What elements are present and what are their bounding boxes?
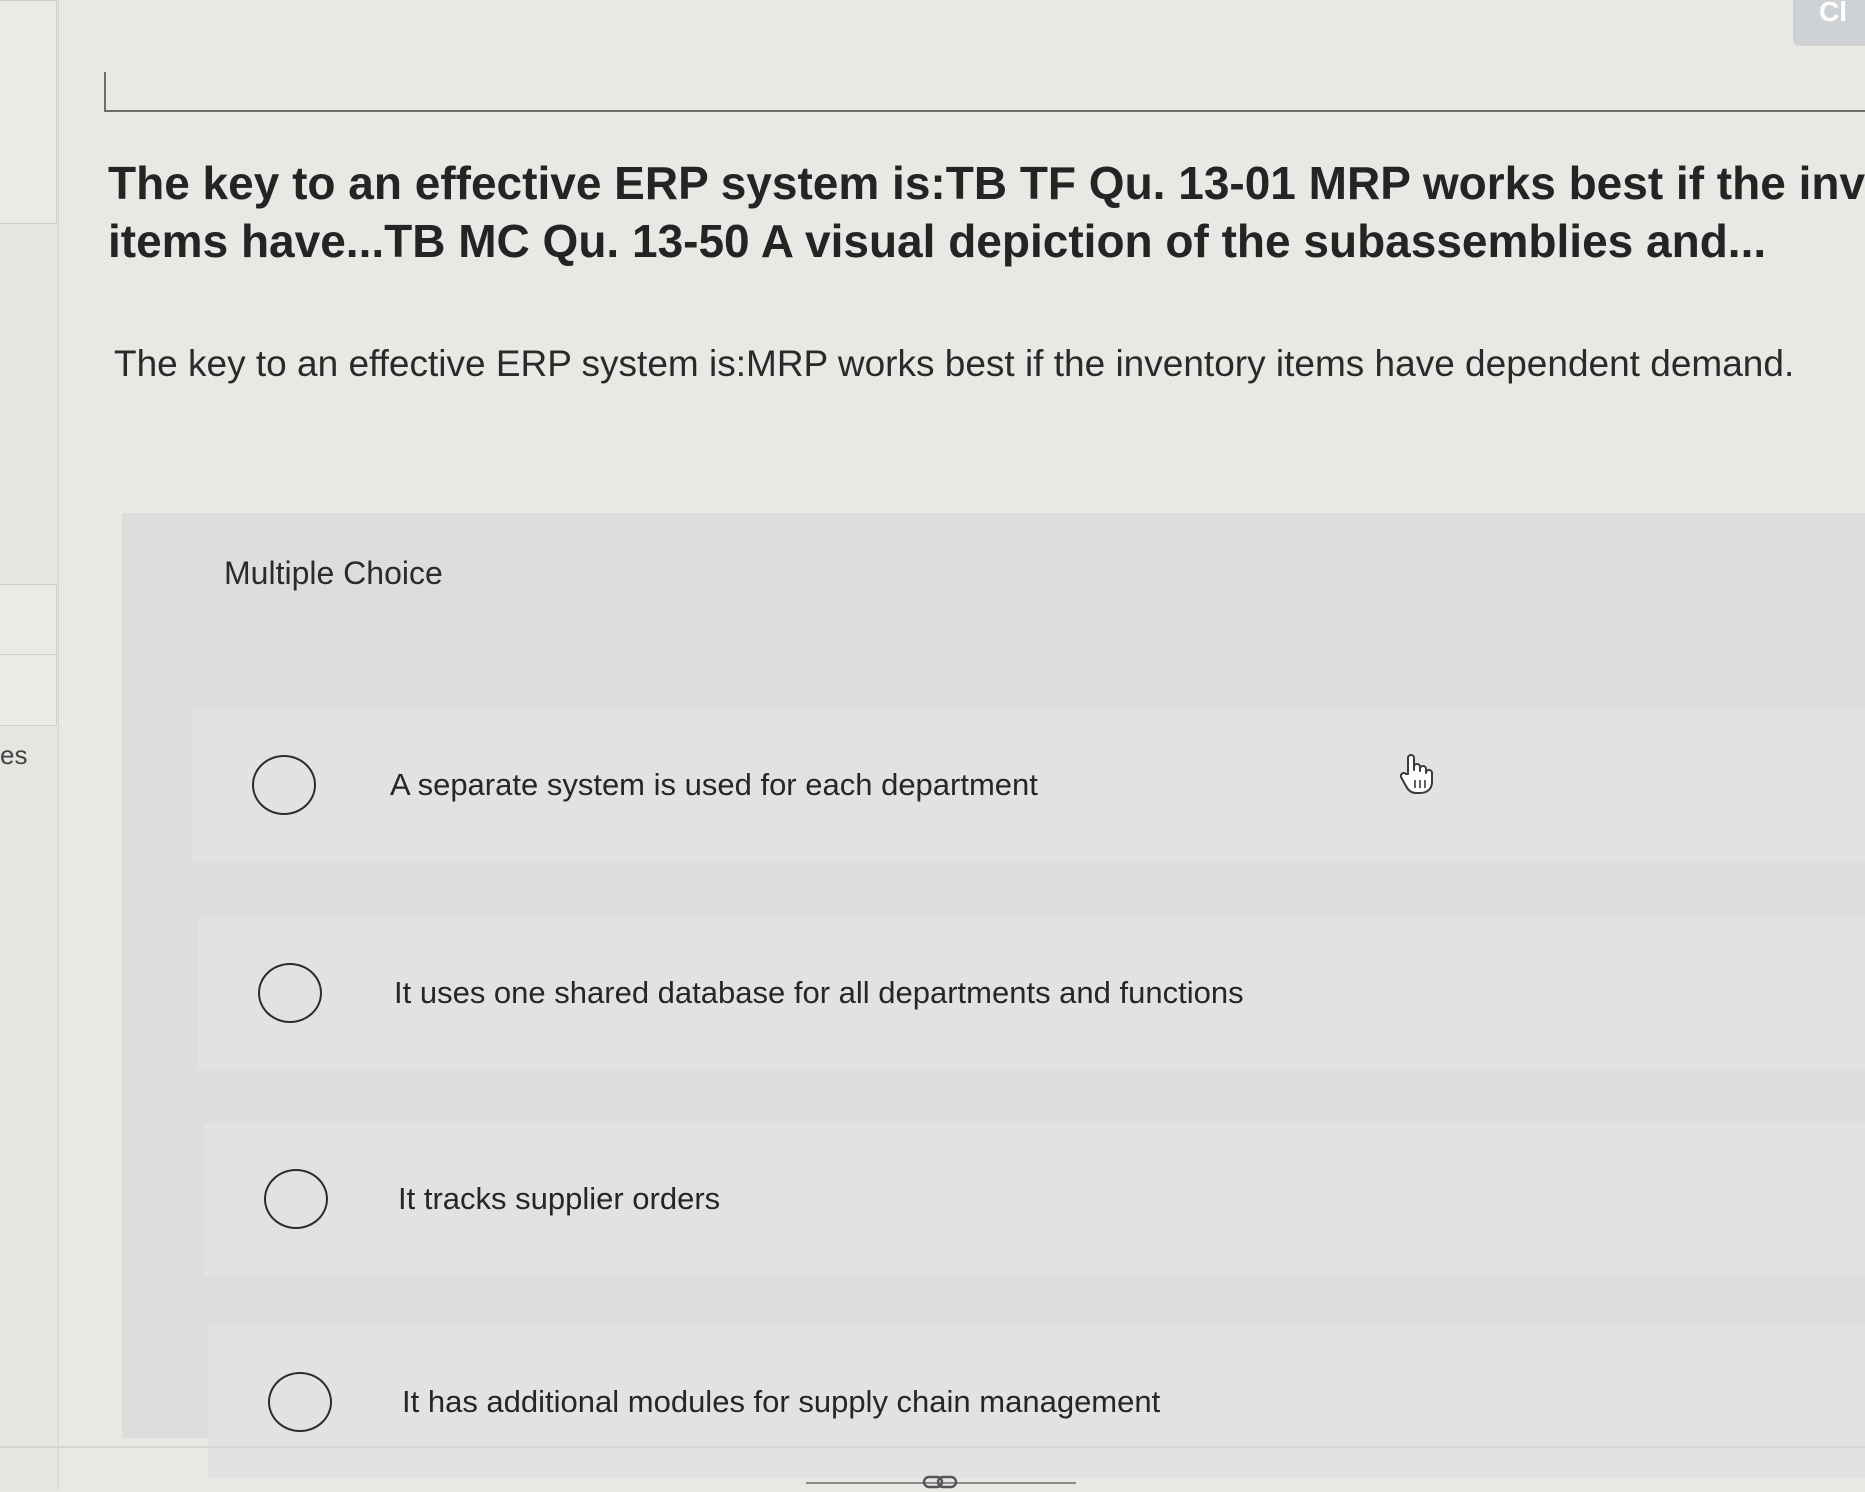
choice-option-label[interactable]: It tracks supplier orders xyxy=(398,1181,720,1217)
radio-unchecked-icon[interactable] xyxy=(252,755,316,815)
question-title: The key to an effective ERP system is:TB… xyxy=(108,154,1865,270)
radio-unchecked-icon[interactable] xyxy=(264,1169,328,1229)
header-divider xyxy=(104,72,1865,112)
choice-option-2[interactable]: It uses one shared database for all depa… xyxy=(198,917,1865,1069)
corner-button[interactable]: Cl xyxy=(1793,0,1865,46)
choice-option-1[interactable]: A separate system is used for each depar… xyxy=(192,709,1865,861)
choice-option-4[interactable]: It has additional modules for supply cha… xyxy=(208,1326,1865,1478)
choice-option-label[interactable]: It uses one shared database for all depa… xyxy=(394,975,1244,1011)
hand-pointer-icon xyxy=(1399,754,1433,794)
bottom-divider xyxy=(0,1446,1865,1448)
left-sidebar: es xyxy=(0,0,59,1490)
choice-option-3[interactable]: It tracks supplier orders xyxy=(204,1123,1865,1275)
radio-unchecked-icon[interactable] xyxy=(258,963,322,1023)
sidebar-panel-top xyxy=(0,0,57,224)
question-title-line-1: The key to an effective ERP system is:TB… xyxy=(108,157,1865,209)
sidebar-tab-label[interactable]: es xyxy=(0,740,27,771)
choice-option-label[interactable]: It has additional modules for supply cha… xyxy=(402,1384,1160,1420)
question-title-line-2: items have...TB MC Qu. 13-50 A visual de… xyxy=(108,215,1767,267)
radio-unchecked-icon[interactable] xyxy=(268,1372,332,1432)
choice-type-label: Multiple Choice xyxy=(224,555,443,591)
choice-option-label[interactable]: A separate system is used for each depar… xyxy=(390,767,1038,803)
link-icon[interactable] xyxy=(922,1474,958,1490)
sidebar-box-2[interactable] xyxy=(0,654,57,726)
question-prompt: The key to an effective ERP system is:MR… xyxy=(114,343,1795,384)
sidebar-box-1[interactable] xyxy=(0,584,57,656)
